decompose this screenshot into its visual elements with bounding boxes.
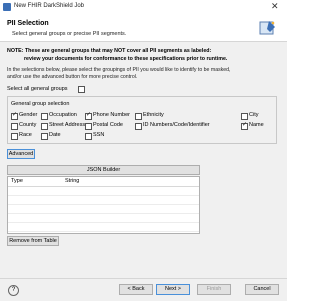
column-header-string[interactable]: String [62,177,199,187]
instructions-line-2: and/or use the advanced button for more … [7,74,138,80]
checkbox-ssn[interactable] [85,133,92,140]
finish-button[interactable]: Finish [197,284,231,295]
label-gender: Gender [19,112,38,118]
label-street-address: Street Address [49,122,86,128]
json-builder-button[interactable]: JSON Builder [7,165,200,175]
checkbox-county[interactable] [11,123,18,130]
page-title: PII Selection [7,20,49,27]
checkbox-race[interactable] [11,133,18,140]
label-date: Date [49,132,61,138]
table-row [8,223,199,232]
next-button[interactable]: Next > [156,284,190,295]
checkbox-name[interactable] [241,122,248,130]
label-ethnicity: Ethnicity [143,112,164,118]
pii-table[interactable]: Type String [7,176,200,234]
label-occupation: Occupation [49,112,77,118]
column-header-type[interactable]: Type [8,177,64,187]
checkbox-id-numbers[interactable] [135,123,142,130]
table-row [8,187,199,196]
checkbox-street-address[interactable] [41,123,48,130]
note-line-1: NOTE: These are general groups that may … [7,48,212,54]
checkbox-postal-code[interactable] [85,123,92,130]
label-postal-code: Postal Code [93,122,123,128]
back-button[interactable]: < Back [119,284,153,295]
select-all-checkbox[interactable] [78,86,85,93]
label-id-numbers: ID Numbers/Code/Identifier [143,122,210,128]
checkbox-date[interactable] [41,133,48,140]
remove-from-table-button[interactable]: Remove from Table [7,236,59,246]
window-title: New FHIR DarkShield Job [14,3,85,9]
label-race: Race [19,132,32,138]
advanced-button[interactable]: Advanced [7,149,35,159]
cancel-button[interactable]: Cancel [245,284,279,295]
page-description: Select general groups or precise PII seg… [12,31,127,37]
close-icon[interactable]: ✕ [271,1,279,12]
app-icon [3,3,11,11]
checkbox-gender[interactable] [11,112,18,120]
note-line-2: review your documents for conformance to… [24,56,228,62]
label-county: County [19,122,37,128]
wizard-banner-icon [259,21,275,35]
general-group-title: General group selection [11,101,70,107]
label-name: Name [249,122,264,128]
instructions-line-1: In the selections below, please select t… [7,67,231,73]
label-city: City [249,112,259,118]
label-ssn: SSN [93,132,105,138]
select-all-label: Select all general groups [7,86,68,92]
checkbox-occupation[interactable] [41,113,48,120]
help-icon[interactable]: ? [8,285,19,296]
label-phone-number: Phone Number [93,112,130,118]
table-row [8,205,199,214]
table-row [8,214,199,223]
checkbox-ethnicity[interactable] [135,113,142,120]
table-row [8,196,199,205]
checkbox-phone-number[interactable] [85,112,92,120]
checkbox-city[interactable] [241,113,248,120]
